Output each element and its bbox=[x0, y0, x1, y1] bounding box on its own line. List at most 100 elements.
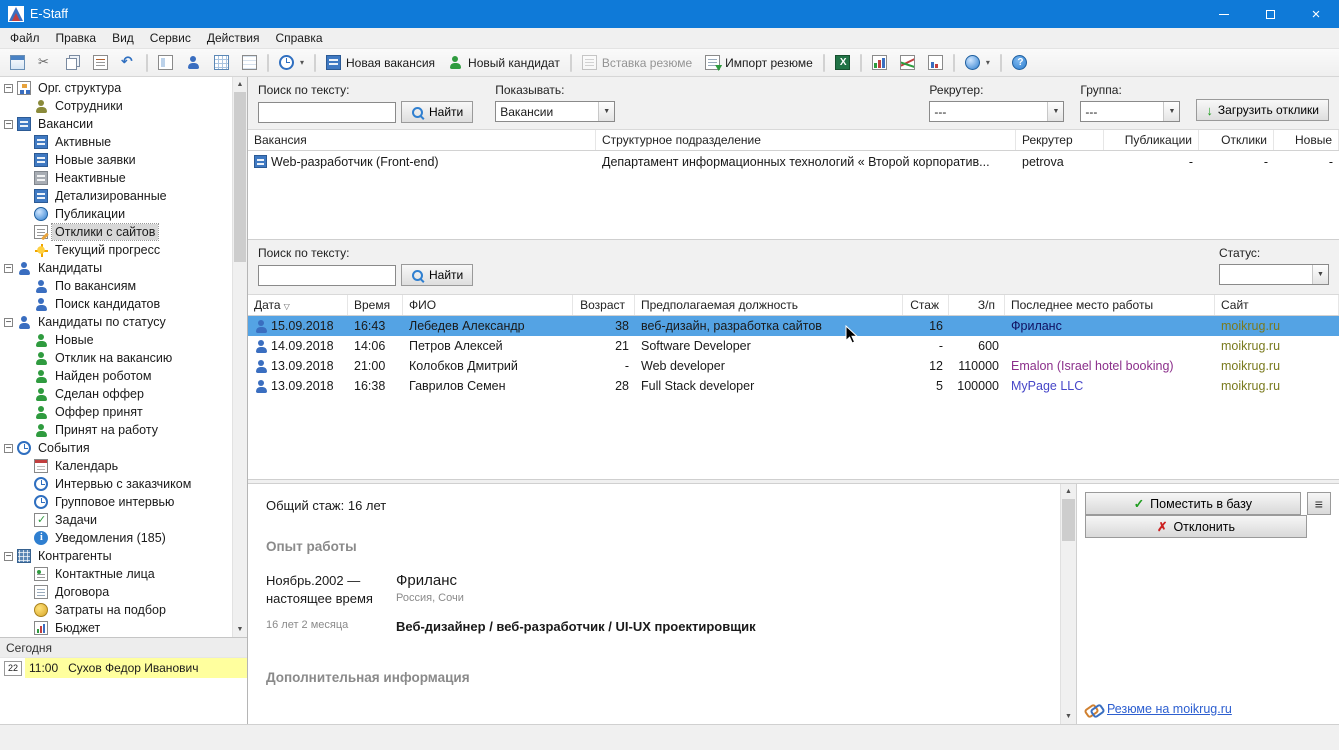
sidebar-item-detailed[interactable]: Детализированные bbox=[0, 187, 232, 205]
menu-service[interactable]: Сервис bbox=[142, 28, 199, 48]
sidebar-item-candidates-by-status[interactable]: − Кандидаты по статусу bbox=[0, 313, 232, 331]
status-select[interactable]: ▼ bbox=[1219, 264, 1329, 285]
candidate-search-input[interactable] bbox=[258, 264, 396, 286]
candidate-row[interactable]: 13.09.2018 16:38 Гаврилов Семен 28 Full … bbox=[248, 376, 1339, 396]
tree-expander[interactable]: − bbox=[4, 83, 13, 93]
sidebar-item-by-vacancies[interactable]: По вакансиям bbox=[0, 277, 232, 295]
menu-file[interactable]: Файл bbox=[2, 28, 48, 48]
sidebar-item-counterparties[interactable]: − Контрагенты bbox=[0, 547, 232, 565]
properties-button[interactable] bbox=[4, 51, 31, 74]
sidebar-item-site-responses[interactable]: Отклики с сайтов bbox=[0, 223, 232, 241]
candidate-site-link[interactable]: moikrug.ru bbox=[1215, 316, 1339, 336]
card-view-button[interactable] bbox=[152, 51, 179, 74]
sidebar-item-group-interview[interactable]: Групповое интервью bbox=[0, 493, 232, 511]
excel-export-button[interactable] bbox=[829, 51, 856, 74]
menu-edit[interactable]: Правка bbox=[48, 28, 105, 48]
close-button[interactable]: × bbox=[1293, 0, 1339, 28]
web-publications-button[interactable] bbox=[959, 51, 996, 74]
sidebar-scrollbar[interactable]: ▲ ▼ bbox=[232, 77, 247, 637]
tree-expander[interactable]: − bbox=[4, 317, 13, 327]
minimize-button[interactable] bbox=[1201, 0, 1247, 28]
sidebar-item-notifications[interactable]: Уведомления (185) bbox=[0, 529, 232, 547]
undo-button[interactable] bbox=[115, 51, 142, 74]
sidebar-item-events[interactable]: − События bbox=[0, 439, 232, 457]
sidebar-item-vacancies[interactable]: − Вакансии bbox=[0, 115, 232, 133]
tree-expander[interactable]: − bbox=[4, 119, 13, 129]
sidebar-item-new-requests[interactable]: Новые заявки bbox=[0, 151, 232, 169]
show-select[interactable]: Вакансии ▼ bbox=[495, 101, 616, 122]
maximize-button[interactable] bbox=[1247, 0, 1293, 28]
sidebar-item-hired[interactable]: Принят на работу bbox=[0, 421, 232, 439]
employees-button[interactable] bbox=[180, 51, 207, 74]
candidate-site-link[interactable]: moikrug.ru bbox=[1215, 336, 1339, 356]
tree-expander[interactable]: − bbox=[4, 551, 13, 561]
hamburger-menu-button[interactable]: ≡ bbox=[1306, 492, 1331, 515]
tree-expander[interactable]: − bbox=[4, 443, 13, 453]
menu-actions[interactable]: Действия bbox=[199, 28, 268, 48]
report-chart-button[interactable] bbox=[922, 51, 949, 74]
detail-scrollbar[interactable]: ▲ ▼ bbox=[1060, 484, 1076, 724]
resume-source-link[interactable]: Резюме на moikrug.ru bbox=[1085, 702, 1331, 716]
sidebar-item-new[interactable]: Новые bbox=[0, 331, 232, 349]
candidate-row[interactable]: 14.09.2018 14:06 Петров Алексей 21 Softw… bbox=[248, 336, 1339, 356]
candidate-site-link[interactable]: moikrug.ru bbox=[1215, 376, 1339, 396]
sidebar-item-recruitment-costs[interactable]: Затраты на подбор bbox=[0, 601, 232, 619]
new-candidate-button[interactable]: Новый кандидат bbox=[442, 51, 566, 74]
paste-resume-button[interactable]: Вставка резюме bbox=[576, 51, 698, 74]
sidebar-item-candidates[interactable]: − Кандидаты bbox=[0, 259, 232, 277]
list-view-button[interactable] bbox=[236, 51, 263, 74]
sidebar-item-tasks[interactable]: Задачи bbox=[0, 511, 232, 529]
vacancy-find-button[interactable]: Найти bbox=[401, 101, 474, 123]
column-header[interactable]: Сайт bbox=[1215, 295, 1339, 315]
column-header[interactable]: Стаж bbox=[903, 295, 949, 315]
column-header[interactable]: Время bbox=[348, 295, 403, 315]
candidate-find-button[interactable]: Найти bbox=[401, 264, 474, 286]
new-vacancy-button[interactable]: Новая вакансия bbox=[320, 51, 441, 74]
sidebar-item-current-progress[interactable]: Текущий прогресс bbox=[0, 241, 232, 259]
line-chart-button[interactable] bbox=[894, 51, 921, 74]
bar-chart-button[interactable] bbox=[866, 51, 893, 74]
column-header[interactable]: Последнее место работы bbox=[1005, 295, 1215, 315]
tree-expander[interactable]: − bbox=[4, 263, 13, 273]
scroll-up-icon[interactable]: ▲ bbox=[233, 77, 247, 92]
sidebar-item-contact-persons[interactable]: Контактные лица bbox=[0, 565, 232, 583]
candidate-row[interactable]: 15.09.2018 16:43 Лебедев Александр 38 ве… bbox=[248, 316, 1339, 336]
sidebar-item-inactive[interactable]: Неактивные bbox=[0, 169, 232, 187]
load-responses-button[interactable]: ↓ Загрузить отклики bbox=[1196, 99, 1329, 121]
table-view-button[interactable] bbox=[208, 51, 235, 74]
column-header[interactable]: Предполагаемая должность bbox=[635, 295, 903, 315]
column-header[interactable]: Публикации bbox=[1104, 130, 1199, 150]
vacancy-row[interactable]: Web-разработчик (Front-end) Департамент … bbox=[248, 151, 1339, 173]
sidebar-item-customer-interview[interactable]: Интервью с заказчиком bbox=[0, 475, 232, 493]
column-header[interactable]: Отклики bbox=[1199, 130, 1274, 150]
column-header[interactable]: Дата ▽ bbox=[248, 295, 348, 315]
sidebar-item-publications[interactable]: Публикации bbox=[0, 205, 232, 223]
sidebar-item-offer-accepted[interactable]: Оффер принят bbox=[0, 403, 232, 421]
sidebar-item-offer-made[interactable]: Сделан оффер bbox=[0, 385, 232, 403]
column-header[interactable]: Новые bbox=[1274, 130, 1339, 150]
column-header[interactable]: ФИО bbox=[403, 295, 573, 315]
sidebar-item-found-by-robot[interactable]: Найден роботом bbox=[0, 367, 232, 385]
sidebar-item-active[interactable]: Активные bbox=[0, 133, 232, 151]
group-select[interactable]: --- ▼ bbox=[1080, 101, 1181, 122]
sidebar-item-candidate-search[interactable]: Поиск кандидатов bbox=[0, 295, 232, 313]
sidebar-item-org-structure[interactable]: − Орг. структура bbox=[0, 79, 232, 97]
import-resume-button[interactable]: Импорт резюме bbox=[699, 51, 819, 74]
scrollbar-thumb[interactable] bbox=[1062, 499, 1075, 541]
sidebar-item-budget[interactable]: Бюджет bbox=[0, 619, 232, 637]
scroll-up-icon[interactable]: ▲ bbox=[1061, 484, 1076, 499]
sidebar-item-contracts[interactable]: Договора bbox=[0, 583, 232, 601]
reject-button[interactable]: ✗ Отклонить bbox=[1085, 515, 1307, 538]
reports-button[interactable] bbox=[87, 51, 114, 74]
today-section-header[interactable]: Сегодня bbox=[0, 637, 247, 657]
today-event-row[interactable]: 22 11:00 Сухов Федор Иванович bbox=[0, 657, 247, 678]
sidebar-item-vacancy-response[interactable]: Отклик на вакансию bbox=[0, 349, 232, 367]
recruiter-select[interactable]: --- ▼ bbox=[929, 101, 1065, 122]
column-header[interactable]: З/п bbox=[949, 295, 1005, 315]
column-header[interactable]: Рекрутер bbox=[1016, 130, 1104, 150]
column-header[interactable]: Возраст bbox=[573, 295, 635, 315]
menu-view[interactable]: Вид bbox=[104, 28, 142, 48]
vacancy-search-input[interactable] bbox=[258, 101, 396, 123]
scroll-down-icon[interactable]: ▼ bbox=[233, 622, 247, 637]
candidate-row[interactable]: 13.09.2018 21:00 Колобков Дмитрий - Web … bbox=[248, 356, 1339, 376]
